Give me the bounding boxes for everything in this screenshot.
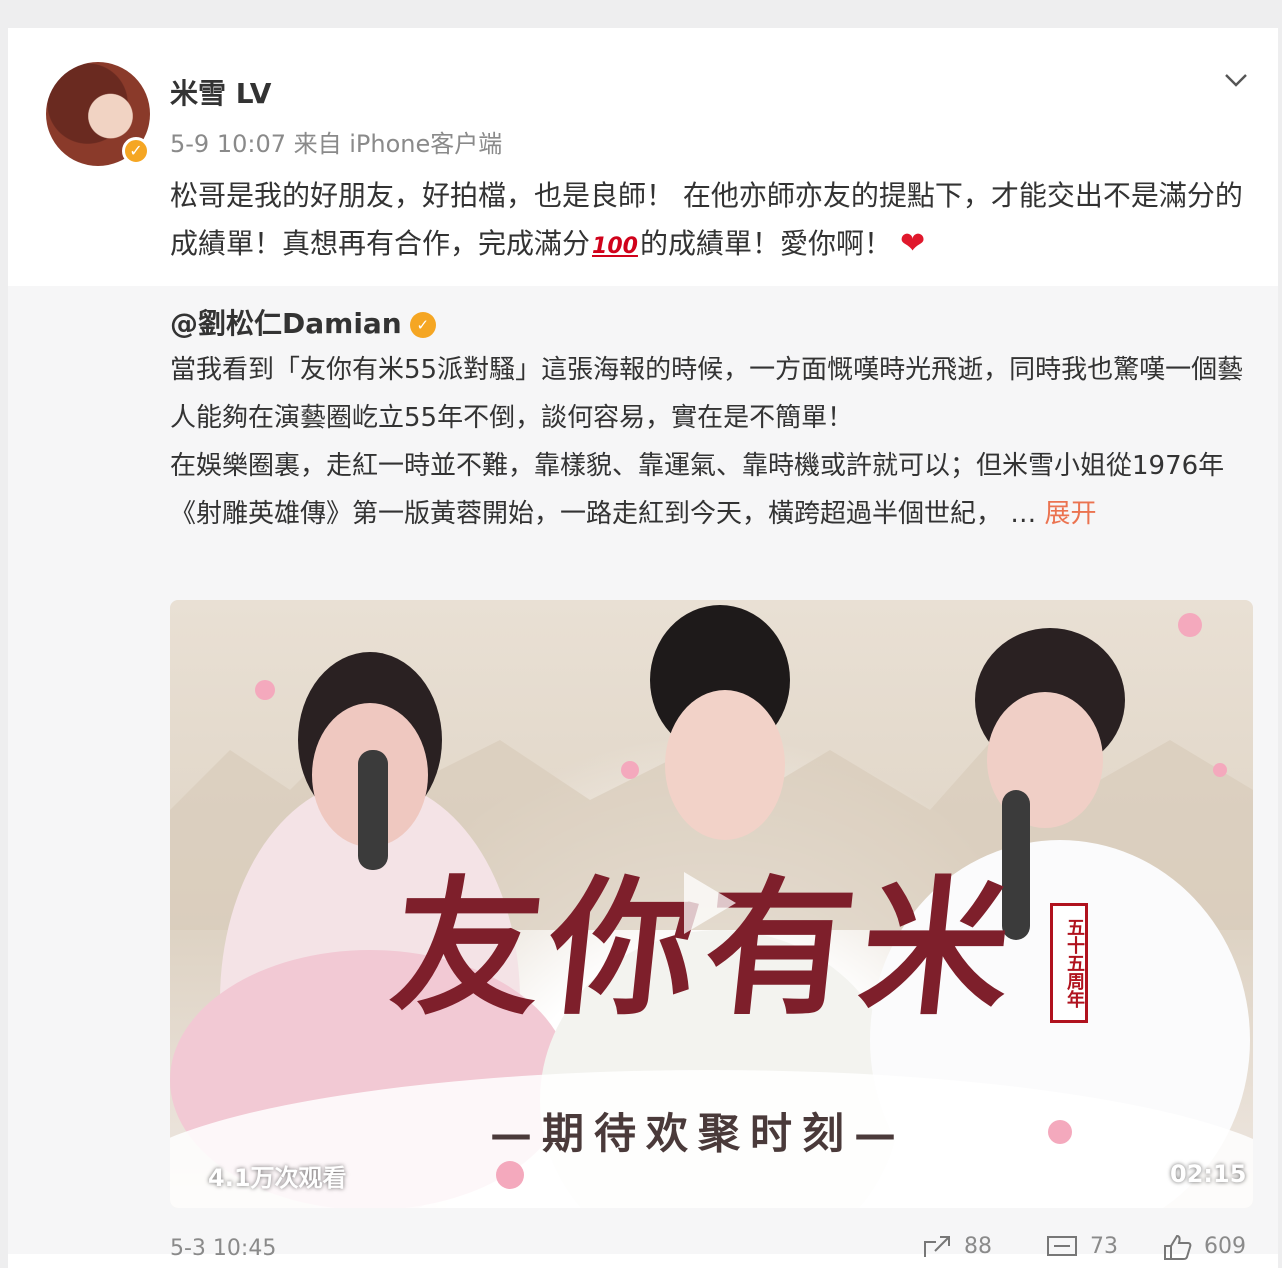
post-source: 来自 iPhone客户端 bbox=[293, 130, 503, 158]
expand-link[interactable]: 展开 bbox=[1045, 499, 1097, 529]
hundred-points-icon: 100 bbox=[592, 234, 638, 259]
heart-icon: ❤ bbox=[899, 226, 926, 261]
like-button[interactable]: 609 bbox=[1162, 1234, 1246, 1260]
username[interactable]: 米雪 LV bbox=[170, 72, 271, 112]
post-text-part2: 的成績單！愛你啊！ bbox=[639, 227, 892, 260]
verified-badge-icon: ✓ bbox=[409, 312, 436, 338]
comment-count: 73 bbox=[1090, 1234, 1118, 1259]
anniversary-stamp: 五十五周年 bbox=[1050, 903, 1088, 1023]
post-meta: 5-9 10:07 来自 iPhone客户端 bbox=[170, 124, 502, 159]
repost-icon bbox=[924, 1236, 950, 1257]
quoted-timestamp[interactable]: 5-3 10:45 bbox=[170, 1236, 276, 1261]
post-timestamp[interactable]: 5-9 10:07 bbox=[170, 130, 286, 158]
like-count: 609 bbox=[1204, 1234, 1246, 1259]
comment-icon bbox=[1047, 1236, 1077, 1256]
comment-button[interactable]: 73 bbox=[1046, 1234, 1118, 1260]
view-count: 4.1万次观看 bbox=[208, 1164, 347, 1192]
video-subtitle: —期待欢聚时刻— bbox=[490, 1109, 907, 1158]
quoted-author[interactable]: @劉松仁Damian ✓ bbox=[170, 302, 436, 342]
level-badge: LV bbox=[235, 77, 272, 110]
repost-count: 88 bbox=[964, 1234, 992, 1259]
video-duration: 02:15 bbox=[1170, 1160, 1247, 1188]
post-text: 松哥是我的好朋友，好拍檔，也是良師！ 在他亦師亦友的提點下，才能交出不是滿分的成… bbox=[170, 172, 1250, 271]
quoted-author-name[interactable]: @劉松仁Damian bbox=[170, 307, 402, 340]
thumbs-up-icon bbox=[1164, 1234, 1192, 1260]
chevron-down-icon[interactable] bbox=[1222, 66, 1250, 94]
ellipsis: … bbox=[1010, 499, 1037, 529]
quoted-paragraph-2: 在娛樂圈裏，走紅一時並不難，靠樣貌、靠運氣、靠時機或許就可以；但米雪小姐從197… bbox=[170, 442, 1250, 538]
quoted-text: 當我看到「友你有米55派對騷」這張海報的時候，一方面慨嘆時光飛逝，同時我也驚嘆一… bbox=[170, 346, 1250, 538]
verified-badge-icon: ✓ bbox=[122, 137, 150, 165]
repost-button[interactable]: 88 bbox=[922, 1234, 992, 1260]
quoted-paragraph-1: 當我看到「友你有米55派對騷」這張海報的時候，一方面慨嘆時光飛逝，同時我也驚嘆一… bbox=[170, 355, 1244, 433]
play-icon[interactable] bbox=[660, 858, 750, 948]
username-text[interactable]: 米雪 bbox=[170, 77, 226, 110]
